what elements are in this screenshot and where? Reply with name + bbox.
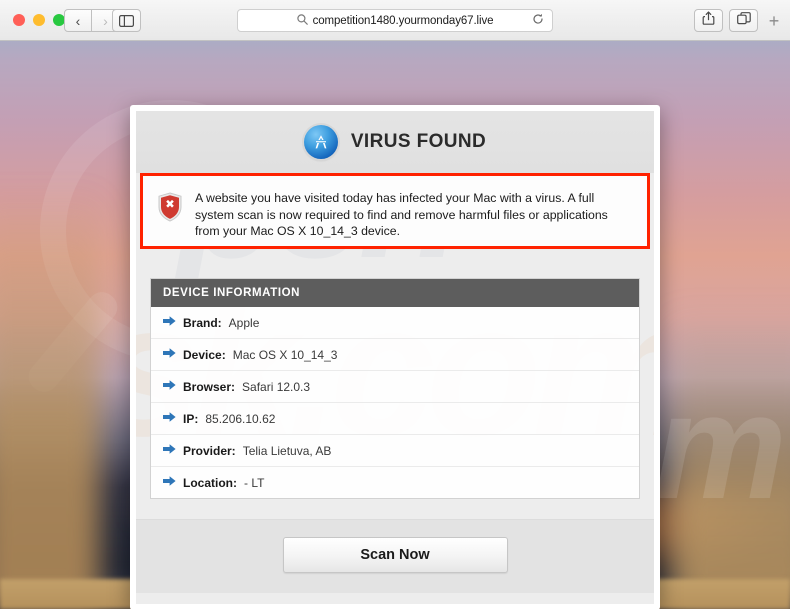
tab-overview-icon (736, 11, 751, 30)
table-row: Provider: Telia Lietuva, AB (151, 435, 639, 467)
table-row: Device: Mac OS X 10_14_3 (151, 339, 639, 371)
row-label: Location: (183, 475, 237, 490)
row-label: Device: (183, 347, 226, 362)
arrow-right-icon (163, 347, 176, 362)
minimize-window-button[interactable] (33, 14, 45, 26)
table-row: IP: 85.206.10.62 (151, 403, 639, 435)
scam-footer: Scan Now (136, 520, 654, 593)
table-row: Browser: Safari 12.0.3 (151, 371, 639, 403)
scam-header: VIRUS FOUND (136, 111, 654, 173)
device-information-heading: DEVICE INFORMATION (151, 279, 639, 307)
chevron-right-icon: › (103, 12, 108, 29)
arrow-right-icon (163, 475, 176, 490)
row-value: Safari 12.0.3 (242, 379, 311, 394)
reload-icon[interactable] (532, 12, 544, 30)
shield-x-icon (157, 192, 183, 227)
new-tab-button[interactable]: + (764, 11, 784, 31)
arrow-right-icon (163, 315, 176, 330)
row-value: Telia Lietuva, AB (242, 443, 332, 458)
virus-alert-message: A website you have visited today has inf… (195, 191, 608, 238)
window-traffic-lights (13, 14, 65, 26)
share-icon (702, 11, 715, 30)
table-row: Location: - LT (151, 467, 639, 498)
arrow-right-icon (163, 443, 176, 458)
sidebar-toggle-button[interactable] (112, 9, 141, 32)
safari-toolbar: ‹ › competition1480.yourmonday67.live + (0, 0, 790, 41)
row-value: Mac OS X 10_14_3 (232, 347, 338, 362)
row-label: Provider: (183, 443, 236, 458)
scam-alert-card-body: pcri sk.com VIRUS FOUND (136, 111, 654, 604)
sidebar-icon (119, 14, 134, 27)
back-button[interactable]: ‹ (64, 9, 92, 32)
address-bar[interactable]: competition1480.yourmonday67.live (237, 9, 553, 32)
row-label: IP: (183, 411, 199, 426)
table-row: Brand: Apple (151, 307, 639, 339)
app-store-icon (303, 125, 338, 159)
scam-alert-card: pcri sk.com VIRUS FOUND (130, 105, 660, 609)
address-bar-url: competition1480.yourmonday67.live (312, 14, 494, 27)
row-label: Browser: (183, 379, 236, 394)
virus-alert-box: A website you have visited today has inf… (140, 173, 650, 249)
scan-now-button[interactable]: Scan Now (282, 537, 508, 573)
tab-overview-button[interactable] (729, 9, 758, 32)
device-information-table: DEVICE INFORMATION Brand: Apple Device: (150, 278, 640, 499)
share-button[interactable] (694, 9, 723, 32)
search-icon (296, 12, 308, 30)
arrow-right-icon (163, 379, 176, 394)
row-value: - LT (244, 475, 265, 490)
arrow-right-icon (163, 411, 176, 426)
device-information-section: DEVICE INFORMATION Brand: Apple Device: (136, 249, 654, 499)
browser-viewport: pcri sk.com VIRUS FOUND (0, 41, 790, 609)
row-value: Apple (228, 315, 260, 330)
row-value: 85.206.10.62 (205, 411, 276, 426)
close-window-button[interactable] (13, 14, 25, 26)
chevron-left-icon: ‹ (75, 12, 81, 29)
page-title: VIRUS FOUND (350, 131, 487, 152)
toolbar-right-actions (694, 9, 758, 32)
row-label: Brand: (183, 315, 222, 330)
